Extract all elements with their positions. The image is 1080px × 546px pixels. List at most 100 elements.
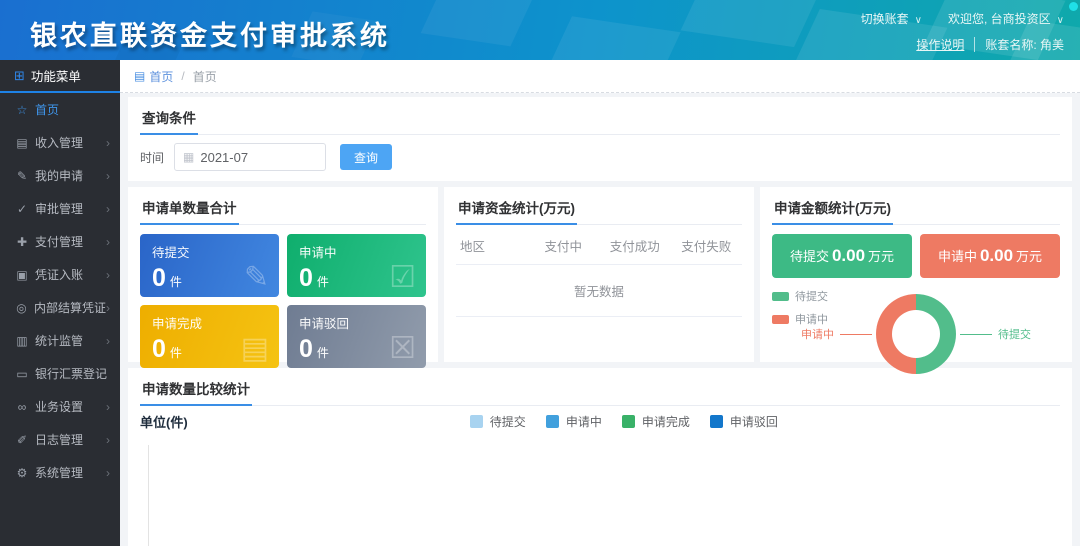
comparison-chart-panel: 申请数量比较统计 单位(件) 待提交 申请中 — [128, 368, 1072, 546]
sidebar-item-payment-management[interactable]: ✚ 支付管理 › — [0, 225, 120, 258]
star-icon: ☆ — [14, 103, 30, 117]
sidebar-item-business-settings[interactable]: ∞ 业务设置 › — [0, 390, 120, 423]
home-doc-icon: ▤ — [134, 69, 145, 83]
sidebar: ⊞ 功能菜单 ☆ 首页 ▤ 收入管理 › ✎ 我的申请 › ✓ 审批管理 › — [0, 60, 120, 546]
chevron-down-icon: ∨ — [1057, 15, 1064, 26]
pencil-icon: ✎ — [14, 169, 30, 183]
count-panel-title: 申请单数量合计 — [140, 194, 239, 225]
sidebar-item-income-management[interactable]: ▤ 收入管理 › — [0, 126, 120, 159]
pending-amount-button[interactable]: 待提交0.00万元 — [772, 234, 912, 278]
bar-chart-icon: ▥ — [14, 334, 30, 348]
column-header-region: 地区 — [456, 227, 528, 264]
chevron-right-icon: › — [106, 202, 110, 216]
sidebar-nav: ☆ 首页 ▤ 收入管理 › ✎ 我的申请 › ✓ 审批管理 › ✚ 支付管理 — [0, 93, 120, 489]
calendar-icon: ▦ — [183, 150, 194, 164]
grid-menu-icon: ⊞ — [14, 68, 25, 84]
query-conditions-panel: 查询条件 时间 ▦ 查询 — [128, 97, 1072, 181]
application-funds-panel: 申请资金统计(万元) 地区 支付中 支付成功 支付失败 暂无数据 — [444, 187, 754, 362]
chevron-right-icon: › — [106, 169, 110, 183]
sidebar-item-system-management[interactable]: ⚙ 系统管理 › — [0, 456, 120, 489]
link-icon: ∞ — [14, 400, 30, 414]
column-header-pay-failed: 支付失败 — [671, 227, 743, 264]
check-icon: ✓ — [14, 202, 30, 216]
header-decor-shape — [681, 0, 820, 47]
chevron-right-icon: › — [106, 433, 110, 447]
legend-swatch-pending — [772, 292, 789, 301]
query-button[interactable]: 查询 — [340, 144, 392, 170]
breadcrumb-separator: / — [181, 69, 184, 83]
legend-swatch-applying — [772, 315, 789, 324]
application-amount-panel: 申请金额统计(万元) 待提交0.00万元 申请中0.00万元 — [760, 187, 1072, 362]
donut-callout-applying: 申请中 — [801, 326, 872, 342]
donut-ring — [876, 294, 956, 374]
date-picker-input[interactable]: ▦ — [174, 143, 326, 171]
stat-card-completed: 申请完成 0件 ▤ — [140, 305, 279, 368]
chevron-right-icon: › — [106, 334, 110, 348]
legend-item-completed[interactable]: 申请完成 — [622, 413, 690, 430]
amount-panel-title: 申请金额统计(万元) — [772, 194, 893, 225]
header-user-area: 切换账套∨ 欢迎您, 台商投资区∨ 操作说明 账套名称: 角美 — [861, 6, 1064, 56]
comparison-chart-legend: 待提交 申请中 申请完成 申请驳回 — [470, 413, 778, 430]
legend-item-applying[interactable]: 申请中 — [546, 413, 602, 430]
column-header-paying: 支付中 — [528, 227, 600, 264]
sidebar-item-statistics-supervision[interactable]: ▥ 统计监管 › — [0, 324, 120, 357]
empty-data-text: 暂无数据 — [456, 265, 742, 317]
operation-guide-link[interactable]: 操作说明 — [916, 36, 964, 53]
stat-card-rejected: 申请驳回 0件 ☒ — [287, 305, 426, 368]
sidebar-item-voucher-entry[interactable]: ▣ 凭证入账 › — [0, 258, 120, 291]
column-header-pay-success: 支付成功 — [599, 227, 671, 264]
breadcrumb-home-link[interactable]: 首页 — [149, 68, 173, 85]
document-icon: ▤ — [241, 331, 269, 366]
chevron-right-icon: › — [106, 235, 110, 249]
edit-doc-icon: ✎ — [244, 260, 269, 295]
donut-callout-pending: 待提交 — [960, 326, 1031, 342]
legend-item-rejected[interactable]: 申请驳回 — [710, 413, 778, 430]
header-decor-shape — [544, 16, 680, 60]
sidebar-item-bank-draft-registration[interactable]: ▭ 银行汇票登记 — [0, 357, 120, 390]
stat-card-applying: 申请中 0件 ☑ — [287, 234, 426, 297]
sidebar-item-internal-settlement-voucher[interactable]: ◎ 内部结算凭证 › — [0, 291, 120, 324]
sidebar-header-function-menu[interactable]: ⊞ 功能菜单 — [0, 60, 120, 93]
header-decor-shape — [421, 0, 535, 46]
edit-icon: ✐ — [14, 433, 30, 447]
sidebar-item-my-applications[interactable]: ✎ 我的申请 › — [0, 159, 120, 192]
card-icon: ▭ — [14, 367, 30, 381]
query-panel-title: 查询条件 — [140, 104, 198, 135]
applying-amount-button[interactable]: 申请中0.00万元 — [920, 234, 1060, 278]
breadcrumb-current: 首页 — [193, 68, 217, 85]
app-title: 银农直联资金支付审批系统 — [30, 14, 390, 53]
legend-swatch — [470, 415, 483, 428]
sidebar-item-log-management[interactable]: ✐ 日志管理 › — [0, 423, 120, 456]
header-divider — [974, 37, 975, 52]
legend-swatch — [622, 415, 635, 428]
list-check-icon: ☑ — [389, 260, 416, 295]
main-content: ▤ 首页 / 首页 查询条件 时间 ▦ 查询 — [120, 60, 1080, 546]
cross-icon: ✚ — [14, 235, 30, 249]
legend-swatch — [710, 415, 723, 428]
legend-item-pending[interactable]: 待提交 — [470, 413, 526, 430]
chevron-right-icon: › — [106, 136, 110, 150]
comparison-panel-title: 申请数量比较统计 — [140, 375, 252, 406]
sidebar-item-home[interactable]: ☆ 首页 — [0, 93, 120, 126]
application-count-panel: 申请单数量合计 待提交 0件 ✎ 申请中 0件 ☑ — [128, 187, 438, 362]
legend-swatch — [546, 415, 559, 428]
chevron-right-icon: › — [106, 268, 110, 282]
comparison-chart-plot-area — [148, 445, 1054, 546]
account-name-label: 账套名称: 角美 — [985, 36, 1064, 53]
chevron-right-icon: › — [106, 466, 110, 480]
target-icon: ◎ — [14, 301, 29, 315]
chevron-down-icon: ∨ — [915, 15, 922, 26]
briefcase-icon: ▣ — [14, 268, 30, 282]
time-value-field[interactable] — [200, 150, 317, 165]
stat-card-pending-submit: 待提交 0件 ✎ — [140, 234, 279, 297]
sidebar-item-approval-management[interactable]: ✓ 审批管理 › — [0, 192, 120, 225]
funds-table: 地区 支付中 支付成功 支付失败 暂无数据 — [456, 227, 742, 317]
chart-unit-label: 单位(件) — [140, 412, 188, 431]
funds-panel-title: 申请资金统计(万元) — [456, 194, 577, 225]
amount-donut-chart: 待提交 申请中 申请中 待提交 — [772, 286, 1060, 382]
doc-x-icon: ☒ — [389, 331, 416, 366]
breadcrumb: ▤ 首页 / 首页 — [120, 60, 1080, 93]
gear-icon: ⚙ — [14, 466, 30, 480]
welcome-user-dropdown[interactable]: 欢迎您, 台商投资区∨ — [948, 10, 1064, 27]
switch-account-dropdown[interactable]: 切换账套∨ — [861, 10, 922, 27]
